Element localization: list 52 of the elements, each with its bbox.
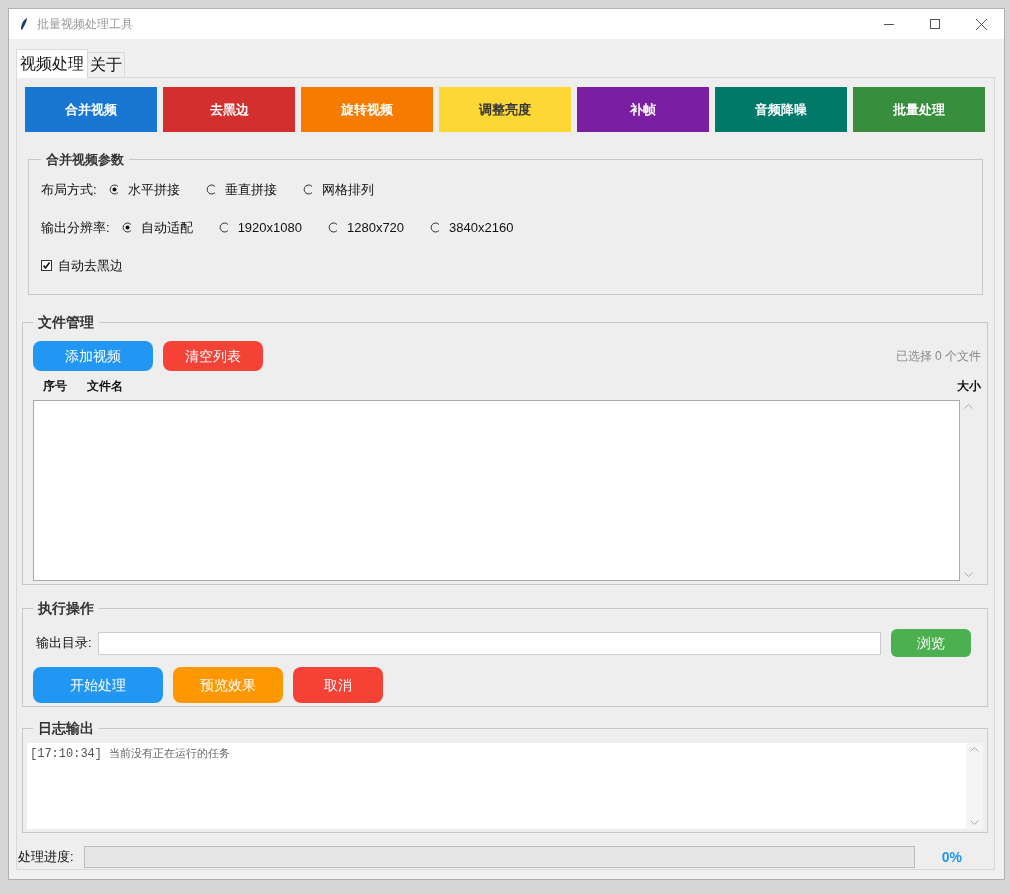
selection-count: 已选择 0 个文件 [895, 348, 981, 365]
column-header: 文件名 [87, 377, 123, 395]
radio-label[interactable]: 自动适配 [140, 217, 193, 238]
tab[interactable]: 视频处理 [16, 49, 88, 78]
radio-label[interactable]: 垂直拼接 [224, 179, 277, 200]
tab[interactable]: 关于 [88, 52, 125, 77]
scrollbar[interactable] [966, 743, 983, 829]
radio-button[interactable] [302, 184, 314, 195]
radio-label[interactable]: 网格排列 [321, 179, 374, 200]
radio-button[interactable] [121, 222, 133, 233]
checkbox-label[interactable]: 自动去黑边 [58, 255, 123, 275]
column-header: 序号 [43, 377, 67, 395]
action-button[interactable]: 取消 [293, 667, 383, 703]
option-label: 布局方式: [41, 180, 97, 199]
window-title: 批量视频处理工具 [37, 16, 133, 33]
radio-button[interactable] [218, 222, 230, 233]
radio-button[interactable] [430, 222, 442, 233]
field-label: 输出目录: [36, 634, 92, 653]
radio-button[interactable] [108, 184, 120, 195]
option-label: 输出分辨率: [41, 218, 110, 237]
tool-button[interactable]: 合并视频 [25, 87, 157, 132]
tool-button[interactable]: 去黑边 [163, 87, 295, 132]
progress-percent: 0% [941, 847, 962, 867]
maximize-icon [930, 19, 940, 29]
tool-button[interactable]: 批量处理 [853, 87, 985, 132]
close-icon [975, 18, 987, 30]
progress-label: 处理进度: [18, 848, 74, 867]
radio-button[interactable] [205, 184, 217, 195]
column-header: 大小 [957, 377, 981, 395]
radio-label[interactable]: 水平拼接 [127, 179, 180, 200]
scroll-up-icon[interactable] [964, 404, 973, 409]
radio-label[interactable]: 1280x720 [346, 217, 405, 238]
group-title: 日志输出 [37, 719, 95, 738]
radio-label[interactable]: 1920x1080 [237, 217, 302, 238]
file-action-button[interactable]: 清空列表 [163, 341, 263, 371]
minimize-icon [884, 23, 894, 25]
scroll-up-icon[interactable] [970, 747, 979, 752]
scroll-down-icon[interactable] [964, 572, 973, 577]
scroll-down-icon[interactable] [970, 820, 979, 825]
tool-button[interactable]: 调整亮度 [439, 87, 571, 132]
feather-icon [19, 17, 29, 31]
log-timestamp: [17:10:34] [30, 746, 102, 763]
group-title: 合并视频参数 [45, 151, 125, 169]
radio-label[interactable]: 3840x2160 [449, 217, 514, 238]
group-title: 执行操作 [37, 599, 95, 618]
checkbox[interactable] [41, 259, 52, 271]
radio-button[interactable] [327, 222, 339, 233]
tool-button[interactable]: 补帧 [577, 87, 709, 132]
log-message: 当前没有正在运行的任务 [109, 746, 230, 761]
tool-button[interactable]: 音频降噪 [715, 87, 847, 132]
output-directory-field[interactable] [97, 631, 881, 655]
group-title: 文件管理 [37, 313, 95, 332]
